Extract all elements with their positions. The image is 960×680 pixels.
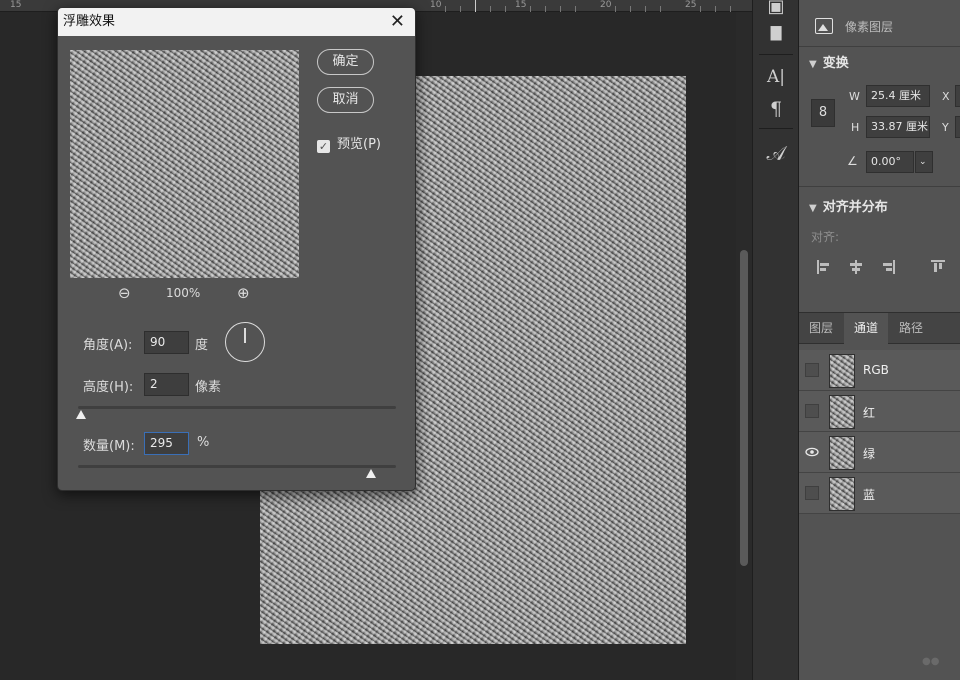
ruler-label: 10 xyxy=(430,0,442,10)
channel-name: RGB xyxy=(863,363,889,377)
scrollbar-thumb[interactable] xyxy=(740,250,748,566)
properties-panel: 像素图层 ▼ 变换 W 25.4 厘米 X 8 H 33.87 厘米 Y ∠ 0.… xyxy=(798,0,960,680)
visibility-toggle[interactable] xyxy=(805,486,819,500)
channel-thumbnail xyxy=(829,354,855,388)
comment-icon[interactable]: ▇ xyxy=(763,20,789,46)
angle-dial[interactable] xyxy=(225,322,265,362)
height-field[interactable]: 33.87 厘米 xyxy=(866,116,930,138)
angle-icon: ∠ xyxy=(847,154,858,168)
align-distribute-heading[interactable]: ▼ 对齐并分布 xyxy=(809,196,888,215)
amount-unit: % xyxy=(197,435,210,450)
align-center-icon[interactable] xyxy=(849,260,863,274)
zoom-out-icon[interactable]: ⊖ xyxy=(118,284,131,302)
align-top-icon[interactable] xyxy=(931,260,945,274)
panel-icon-strip: ▣ ▇ A| ¶ 𝒜 xyxy=(752,0,798,680)
channel-name: 蓝 xyxy=(863,488,876,502)
glyph-icon[interactable]: 𝒜 xyxy=(763,140,789,166)
link-icon[interactable]: 8 xyxy=(811,99,835,127)
tab-layers[interactable]: 图层 xyxy=(799,313,843,344)
filter-preview[interactable] xyxy=(70,50,299,278)
transform-heading[interactable]: ▼ 变换 xyxy=(809,52,849,71)
character-icon[interactable]: A| xyxy=(763,64,789,90)
align-right-icon[interactable] xyxy=(881,260,895,274)
paragraph-icon[interactable]: ¶ xyxy=(763,96,789,122)
y-label: Y xyxy=(942,121,949,134)
channel-row-rgb[interactable]: RGB xyxy=(799,350,960,391)
width-field[interactable]: 25.4 厘米 xyxy=(866,85,930,107)
checkmark-icon: ✓ xyxy=(317,140,330,153)
amount-slider[interactable] xyxy=(78,465,396,478)
height-label: 高度(H): xyxy=(83,380,134,395)
chevron-down-icon: ▼ xyxy=(809,203,817,214)
zoom-in-icon[interactable]: ⊕ xyxy=(237,284,250,302)
eye-icon[interactable] xyxy=(805,445,819,459)
chevron-down-icon: ▼ xyxy=(809,59,817,70)
height-slider[interactable] xyxy=(76,406,396,419)
amount-slider-handle[interactable] xyxy=(365,469,376,478)
align-left-icon[interactable] xyxy=(817,260,831,274)
x-field[interactable] xyxy=(955,85,960,107)
angle-dropdown-chevron-icon[interactable]: ⌄ xyxy=(915,151,933,173)
angle-unit: 度 xyxy=(195,338,209,353)
pixel-layer-icon xyxy=(815,18,833,34)
tab-channels[interactable]: 通道 xyxy=(844,313,889,344)
angle-label: 角度(A): xyxy=(83,338,133,353)
watermark: ●● xyxy=(922,656,940,667)
height-unit: 像素 xyxy=(195,380,222,395)
visibility-toggle[interactable] xyxy=(805,363,819,377)
channel-thumbnail xyxy=(829,477,855,511)
channel-row-red[interactable]: 红 xyxy=(799,391,960,432)
3d-icon[interactable]: ▣ xyxy=(763,0,789,20)
panel-tab-bar: 图层 通道 路径 xyxy=(799,312,960,344)
amount-label: 数量(M): xyxy=(83,439,135,454)
layer-type-label: 像素图层 xyxy=(845,20,894,34)
ruler-label: 25 xyxy=(685,0,697,10)
preview-checkbox[interactable]: ✓ 预览(P) xyxy=(317,133,381,153)
angle-field[interactable]: 0.00° xyxy=(866,151,914,173)
visibility-toggle[interactable] xyxy=(805,404,819,418)
dialog-title: 浮雕效果 xyxy=(58,8,415,36)
align-label: 对齐: xyxy=(811,230,840,244)
emboss-dialog: 浮雕效果 ✕ 确定 取消 ✓ 预览(P) ⊖ 100% ⊕ 角度(A): 90 度… xyxy=(57,7,416,491)
x-label: X xyxy=(942,90,950,103)
tab-paths[interactable]: 路径 xyxy=(889,313,933,344)
height-slider-handle[interactable] xyxy=(76,410,86,419)
ok-button[interactable]: 确定 xyxy=(317,49,374,75)
channel-row-green[interactable]: 绿 xyxy=(799,432,960,473)
ruler-label: 15 xyxy=(515,0,527,10)
ruler-label: 20 xyxy=(600,0,612,10)
channel-name: 红 xyxy=(863,406,876,420)
height-input[interactable]: 2 xyxy=(144,373,189,396)
channel-row-blue[interactable]: 蓝 xyxy=(799,473,960,514)
channel-thumbnail xyxy=(829,436,855,470)
w-label: W xyxy=(849,90,860,103)
zoom-level: 100% xyxy=(166,286,201,300)
vertical-scrollbar[interactable] xyxy=(736,12,752,680)
channel-thumbnail xyxy=(829,395,855,429)
ruler-label: 15 xyxy=(10,0,22,10)
angle-input[interactable]: 90 xyxy=(144,331,189,354)
y-field[interactable] xyxy=(955,116,960,138)
cancel-button[interactable]: 取消 xyxy=(317,87,374,113)
close-icon[interactable]: ✕ xyxy=(390,8,405,36)
amount-input[interactable]: 295 xyxy=(144,432,189,455)
h-label: H xyxy=(851,121,860,134)
channel-name: 绿 xyxy=(863,447,876,461)
